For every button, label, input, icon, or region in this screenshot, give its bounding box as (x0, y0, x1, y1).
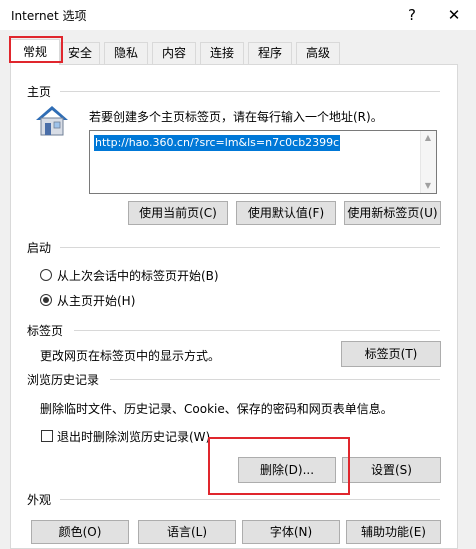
tab-security[interactable]: 安全 (60, 42, 100, 64)
tab-content[interactable]: 内容 (152, 42, 196, 64)
radio-last-session[interactable] (40, 269, 52, 281)
window-title: Internet 选项 (11, 9, 87, 23)
tabs-section-label: 标签页 (27, 324, 64, 338)
tab-programs[interactable]: 程序 (248, 42, 292, 64)
startup-section-label: 启动 (27, 241, 52, 255)
startup-divider (60, 247, 440, 248)
scroll-down-icon[interactable]: ▼ (423, 181, 433, 191)
tabs-button[interactable]: 标签页(T) (341, 341, 441, 367)
appearance-divider (60, 499, 440, 500)
tabs-divider (74, 330, 440, 331)
colors-button[interactable]: 颜色(O) (31, 520, 129, 544)
history-description: 删除临时文件、历史记录、Cookie、保存的密码和网页表单信息。 (40, 402, 393, 416)
tab-advanced[interactable]: 高级 (296, 42, 340, 64)
history-settings-button[interactable]: 设置(S) (342, 457, 441, 483)
accessibility-button[interactable]: 辅助功能(E) (346, 520, 441, 544)
close-button[interactable]: ✕ (442, 4, 466, 26)
homepage-url-text: http://hao.360.cn/?src=lm&ls=n7c0cb2399c (94, 135, 341, 151)
house-icon (34, 104, 70, 136)
use-new-tab-button[interactable]: 使用新标签页(U) (344, 201, 441, 225)
fonts-button[interactable]: 字体(N) (242, 520, 340, 544)
radio-selected-dot (43, 297, 49, 303)
radio-homepage-label: 从主页开始(H) (57, 294, 136, 308)
appearance-section-label: 外观 (27, 493, 52, 507)
scroll-up-icon[interactable]: ▲ (423, 133, 433, 143)
use-default-button[interactable]: 使用默认值(F) (236, 201, 336, 225)
home-section-label: 主页 (27, 85, 52, 99)
url-scrollbar[interactable]: ▲ ▼ (420, 131, 436, 193)
homepage-url-input[interactable]: http://hao.360.cn/?src=lm&ls=n7c0cb2399c… (89, 130, 437, 194)
tab-privacy[interactable]: 隐私 (104, 42, 148, 64)
home-hint: 若要创建多个主页标签页，请在每行输入一个地址(R)。 (89, 110, 383, 124)
radio-last-session-label: 从上次会话中的标签页开始(B) (57, 269, 219, 283)
history-section-label: 浏览历史记录 (27, 373, 100, 387)
home-divider (60, 91, 440, 92)
help-button[interactable]: ? (402, 4, 422, 26)
tabs-description: 更改网页在标签页中的显示方式。 (40, 349, 221, 363)
history-divider (110, 379, 440, 380)
tab-general[interactable]: 常规 (10, 39, 60, 65)
radio-homepage[interactable] (40, 294, 52, 306)
use-current-button[interactable]: 使用当前页(C) (128, 201, 228, 225)
delete-on-exit-checkbox[interactable] (41, 430, 53, 442)
language-button[interactable]: 语言(L) (138, 520, 236, 544)
delete-on-exit-label: 退出时删除浏览历史记录(W) (57, 430, 211, 444)
delete-history-button[interactable]: 删除(D)... (238, 457, 336, 483)
tab-connections[interactable]: 连接 (200, 42, 244, 64)
